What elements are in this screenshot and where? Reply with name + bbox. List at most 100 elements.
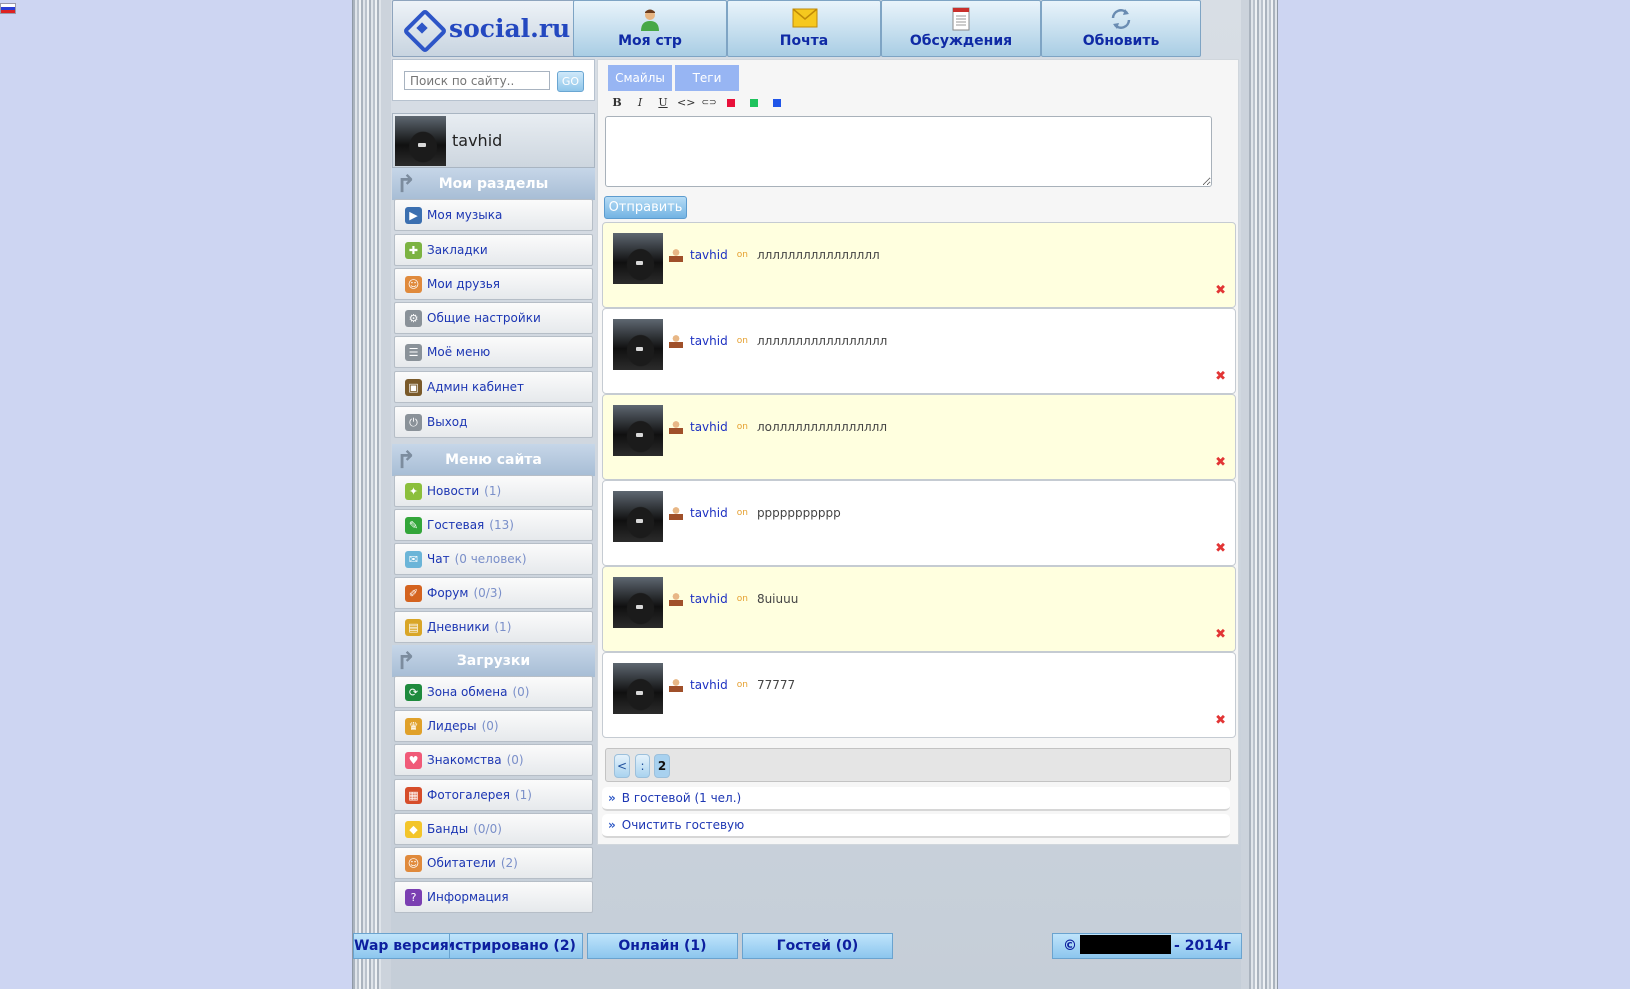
- post-username[interactable]: tavhid: [690, 420, 728, 434]
- link-button[interactable]: ⊂⊃: [700, 94, 718, 112]
- nav-my-page-button[interactable]: Моя стр: [573, 0, 727, 57]
- nav-label: Обсуждения: [909, 33, 1013, 49]
- online-status: on: [736, 336, 748, 346]
- avatar[interactable]: [613, 405, 663, 456]
- post-username[interactable]: tavhid: [690, 248, 728, 262]
- menu-item[interactable]: ▤ Дневники (1): [394, 611, 593, 643]
- delete-icon[interactable]: ✖: [1215, 369, 1226, 384]
- menu-item[interactable]: ♥ Знакомства (0): [394, 744, 593, 776]
- search-go-button[interactable]: GO: [557, 71, 584, 92]
- language-flag-icon[interactable]: [0, 3, 16, 14]
- avatar[interactable]: [613, 233, 663, 284]
- footer-guests[interactable]: Гостей (0): [742, 933, 893, 959]
- menu-item[interactable]: ✉ Чат (0 человек): [394, 543, 593, 575]
- send-button[interactable]: Отправить: [604, 196, 687, 219]
- search-input[interactable]: [404, 71, 550, 90]
- menu-item[interactable]: ✐ Форум (0/3): [394, 577, 593, 609]
- underline-button[interactable]: U: [654, 94, 672, 112]
- red-color-button[interactable]: [727, 99, 735, 107]
- menu-item-label: Админ кабинет: [427, 380, 525, 394]
- delete-icon[interactable]: ✖: [1215, 283, 1226, 298]
- friends-icon: ☺: [405, 275, 422, 293]
- bold-button[interactable]: B: [608, 94, 626, 112]
- italic-button[interactable]: I: [631, 94, 649, 112]
- avatar[interactable]: [613, 577, 663, 628]
- nav-refresh-button[interactable]: Обновить: [1041, 0, 1201, 57]
- menu-item[interactable]: ☺ Мои друзья: [394, 268, 593, 300]
- site-logo[interactable]: social.ru: [392, 0, 595, 57]
- section-header-downloads: ↱ Загрузки: [392, 645, 595, 677]
- guests-in-guestbook-link[interactable]: » В гостевой (1 чел.): [602, 787, 1230, 811]
- menu-item-label: Гостевая: [427, 518, 485, 532]
- link-text[interactable]: Очистить гостевую: [622, 818, 745, 832]
- page-frame: social.ru Моя стр Почта Обсуждения Обнов…: [352, 0, 1278, 989]
- user-icon: [669, 506, 683, 520]
- menu-item-label: Банды: [427, 822, 469, 836]
- menu-item[interactable]: ✦ Новости (1): [394, 475, 593, 507]
- clear-guestbook-link[interactable]: » Очистить гостевую: [602, 814, 1230, 838]
- footer-online[interactable]: Онлайн (1): [587, 933, 738, 959]
- double-chevron-icon: »: [608, 818, 616, 832]
- profile-username[interactable]: tavhid: [452, 131, 502, 150]
- nav-mail-button[interactable]: Почта: [727, 0, 881, 57]
- delete-icon[interactable]: ✖: [1215, 713, 1226, 728]
- profile-card[interactable]: tavhid: [392, 113, 595, 168]
- menu-item-count: (0): [512, 685, 530, 699]
- section-title: Меню сайта: [445, 452, 542, 468]
- blue-color-button[interactable]: [773, 99, 781, 107]
- copyright-symbol: ©: [1063, 938, 1078, 954]
- menu-item[interactable]: ⏻ Выход: [394, 406, 593, 438]
- link-text[interactable]: В гостевой (1 чел.): [622, 791, 741, 805]
- prev-page-button[interactable]: <: [614, 754, 630, 778]
- user-icon: [638, 7, 662, 31]
- menu-item[interactable]: ☰ Моё меню: [394, 336, 593, 368]
- nav-discussions-button[interactable]: Обсуждения: [881, 0, 1041, 57]
- menu-item-label: Общие настройки: [427, 311, 541, 325]
- message-textarea[interactable]: [605, 116, 1212, 187]
- green-color-button[interactable]: [750, 99, 758, 107]
- code-button[interactable]: <>: [677, 94, 695, 112]
- page-dots: :: [635, 754, 650, 778]
- right-border-rail: [1249, 0, 1277, 989]
- menu-item-label: Новости: [427, 484, 480, 498]
- post-header: tavhid on ллллллллллллллллл: [669, 334, 887, 348]
- menu-item[interactable]: ☺ Обитатели (2): [394, 847, 593, 879]
- menu-item[interactable]: ▶ Моя музыка: [394, 199, 593, 231]
- menu-item-label: Форум: [427, 586, 469, 600]
- avatar[interactable]: [395, 115, 446, 166]
- menu-item[interactable]: ✎ Гостевая (13): [394, 509, 593, 541]
- post-username[interactable]: tavhid: [690, 334, 728, 348]
- menu-item[interactable]: ⚙ Общие настройки: [394, 302, 593, 334]
- guestbook-post: tavhid on 8uiuuu ✖: [602, 566, 1236, 652]
- footer-wap[interactable]: Wap версия: [353, 933, 450, 959]
- tab-smileys[interactable]: Смайлы: [608, 65, 672, 91]
- menu-item[interactable]: ✚ Закладки: [394, 234, 593, 266]
- logo-text: social.ru: [449, 14, 571, 43]
- menu-item[interactable]: ◆ Банды (0/0): [394, 813, 593, 845]
- refresh-icon: [1109, 7, 1133, 31]
- menu-item-count: (2): [500, 856, 518, 870]
- avatar[interactable]: [613, 319, 663, 370]
- section-header-my: ↱ Мои разделы: [392, 168, 595, 200]
- post-username[interactable]: tavhid: [690, 592, 728, 606]
- menu-item[interactable]: ? Информация: [394, 881, 593, 913]
- forum-icon: ✐: [405, 584, 422, 602]
- tab-tags[interactable]: Теги: [675, 65, 739, 91]
- post-username[interactable]: tavhid: [690, 678, 728, 692]
- menu-item-label: Обитатели: [427, 856, 496, 870]
- post-message: 8uiuuu: [756, 592, 799, 606]
- delete-icon[interactable]: ✖: [1215, 455, 1226, 470]
- menu-item[interactable]: ⟳ Зона обмена (0): [394, 676, 593, 708]
- avatar[interactable]: [613, 491, 663, 542]
- menu-item[interactable]: ▦ Фотогалерея (1): [394, 779, 593, 811]
- delete-icon[interactable]: ✖: [1215, 627, 1226, 642]
- post-username[interactable]: tavhid: [690, 506, 728, 520]
- post-message: ллллллллллллллллл: [756, 334, 888, 348]
- menu-item-label: Чат: [427, 552, 450, 566]
- menu-item[interactable]: ♛ Лидеры (0): [394, 710, 593, 742]
- guestbook-post: tavhid on ллллллллллллллллл ✖: [602, 308, 1236, 394]
- delete-icon[interactable]: ✖: [1215, 541, 1226, 556]
- menu-item[interactable]: ▣ Админ кабинет: [394, 371, 593, 403]
- menu-item-count: (0/3): [473, 586, 503, 600]
- avatar[interactable]: [613, 663, 663, 714]
